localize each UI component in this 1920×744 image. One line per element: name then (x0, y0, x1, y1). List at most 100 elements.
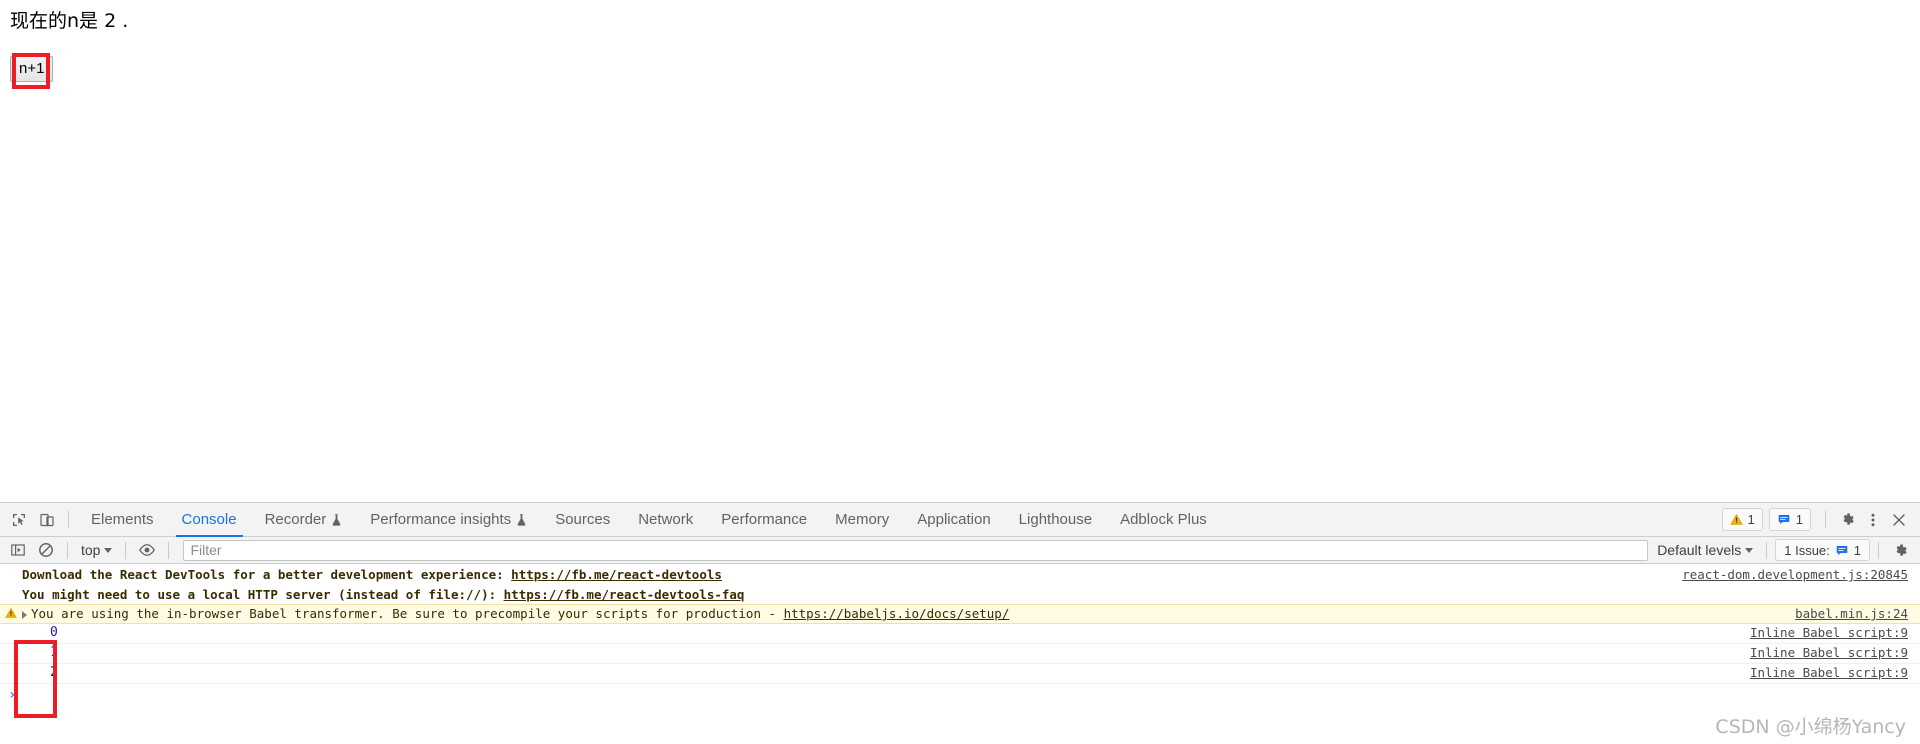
speech-bubble-icon (1836, 545, 1848, 555)
console-log-value: 0 (50, 625, 58, 640)
console-prompt-caret-icon: › (8, 687, 17, 703)
message-count-label: 1 (1795, 512, 1803, 527)
speech-bubble-icon (1778, 515, 1790, 525)
warning-triangle-icon (1729, 513, 1743, 525)
chevron-down-icon (104, 547, 113, 553)
experimental-flask-icon (331, 513, 342, 527)
console-gutter (0, 567, 22, 568)
console-toolbar-divider-4 (1766, 541, 1768, 559)
console-toolbar-divider-5 (1878, 541, 1879, 559)
console-gutter (0, 665, 22, 666)
devtools-tab-recorder[interactable]: Recorder (251, 503, 357, 537)
live-expression-eye-icon[interactable] (134, 537, 160, 563)
issues-label: 1 Issue: (1784, 542, 1830, 558)
devtools-tab-label: Recorder (264, 511, 327, 528)
devtools-tabbar: Elements Console Recorder Performance insig… (0, 503, 1920, 537)
console-log-row[interactable]: 2 Inline Babel script:9 (0, 664, 1920, 684)
console-message-link[interactable]: https://fb.me/react-devtools (511, 567, 722, 582)
console-source-link[interactable]: babel.min.js:24 (1795, 606, 1920, 621)
devtools-tab-label: Elements (91, 511, 154, 528)
console-source-link[interactable]: Inline Babel script:9 (1750, 645, 1920, 660)
console-source-link[interactable]: Inline Babel script:9 (1750, 665, 1920, 680)
devtools-tab-performance[interactable]: Performance (707, 503, 821, 537)
clear-console-icon[interactable] (33, 537, 59, 563)
console-toolbar-right: Default levels 1 Issue: 1 (1652, 537, 1920, 563)
devtools-tab-label: Performance (721, 511, 808, 528)
console-warning-text: You are using the in-browser Babel trans… (22, 606, 1795, 621)
console-info-text: You might need to use a local HTTP serve… (22, 587, 1908, 602)
console-toolbar-divider-1 (67, 541, 68, 559)
execution-context-dropdown[interactable]: top (76, 542, 117, 558)
console-message-list[interactable]: Download the React DevTools for a better… (0, 564, 1920, 744)
experimental-flask-icon (516, 513, 527, 527)
console-message-body: You might need to use a local HTTP serve… (22, 587, 504, 602)
devtools-tab-adblock-plus[interactable]: Adblock Plus (1106, 503, 1221, 537)
gear-icon[interactable] (1834, 507, 1860, 533)
toolbar-divider-right (1825, 511, 1826, 528)
issues-badge[interactable]: 1 Issue: 1 (1775, 539, 1870, 561)
log-levels-dropdown[interactable]: Default levels (1652, 542, 1758, 558)
close-icon[interactable] (1886, 507, 1912, 533)
web-page-viewport: 现在的n是 2 . n+1 (0, 0, 1920, 502)
devtools-tab-label: Sources (555, 511, 611, 528)
console-gutter (0, 625, 22, 626)
console-log-value: 1 (50, 645, 58, 660)
console-info-row[interactable]: You might need to use a local HTTP serve… (0, 584, 1920, 604)
console-message-body: You are using the in-browser Babel trans… (31, 606, 784, 621)
console-source-link[interactable]: Inline Babel script:9 (1750, 625, 1920, 640)
expand-arrow-icon[interactable] (22, 610, 27, 619)
increment-n-button[interactable]: n+1 (10, 56, 54, 82)
devtools-panel: Elements Console Recorder Performance insig… (0, 502, 1920, 744)
devtools-tab-network[interactable]: Network (624, 503, 707, 537)
devtools-tab-console[interactable]: Console (168, 503, 251, 537)
console-message-body: Download the React DevTools for a better… (22, 567, 512, 582)
devtools-tab-label: Console (181, 511, 237, 528)
devtools-tab-label: Memory (835, 511, 890, 528)
console-settings-gear-icon[interactable] (1887, 537, 1913, 563)
console-toolbar-divider-2 (125, 541, 127, 559)
issues-count: 1 (1853, 542, 1861, 558)
devtools-tab-sources[interactable]: Sources (541, 503, 624, 537)
devtools-tab-list: Elements Console Recorder Performance insig… (77, 503, 1722, 537)
console-warning-row[interactable]: You are using the in-browser Babel trans… (0, 604, 1920, 624)
devtools-tab-performance-insights[interactable]: Performance insights (356, 503, 541, 537)
kebab-menu-icon[interactable] (1860, 507, 1886, 533)
console-source-link[interactable]: react-dom.development.js:20845 (1682, 567, 1920, 582)
devtools-tab-memory[interactable]: Memory (821, 503, 903, 537)
device-toolbar-icon[interactable] (34, 507, 60, 533)
message-count-badge[interactable]: 1 (1768, 508, 1811, 531)
increment-button-wrapper: n+1 (10, 56, 54, 82)
chevron-down-icon (1745, 547, 1754, 553)
console-gutter (0, 587, 22, 588)
warning-triangle-icon (0, 606, 22, 619)
console-gutter (0, 645, 22, 646)
console-message-link[interactable]: https://fb.me/react-devtools-faq (504, 587, 745, 602)
devtools-tabbar-right: 1 1 (1721, 507, 1920, 533)
warning-count-label: 1 (1747, 512, 1755, 527)
devtools-tab-label: Lighthouse (1018, 511, 1093, 528)
inspect-element-icon[interactable] (6, 507, 32, 533)
devtools-tab-label: Application (917, 511, 991, 528)
devtools-tab-label: Performance insights (370, 511, 512, 528)
console-log-row[interactable]: 0 Inline Babel script:9 (0, 624, 1920, 644)
console-log-value: 2 (50, 665, 58, 680)
console-filter-input[interactable] (183, 539, 1649, 561)
console-prompt-row[interactable]: › (0, 684, 1920, 706)
console-info-row[interactable]: Download the React DevTools for a better… (0, 564, 1920, 584)
log-levels-label: Default levels (1657, 542, 1742, 558)
devtools-tab-application[interactable]: Application (903, 503, 1004, 537)
console-log-row[interactable]: 1 Inline Babel script:9 (0, 644, 1920, 664)
console-info-text: Download the React DevTools for a better… (22, 567, 1682, 582)
console-message-link[interactable]: https://babeljs.io/docs/setup/ (784, 606, 1010, 621)
console-toolbar-divider-3 (168, 541, 170, 559)
toolbar-divider (68, 511, 69, 528)
devtools-tab-label: Adblock Plus (1120, 511, 1207, 528)
console-sidebar-icon[interactable] (5, 537, 31, 563)
devtools-tab-elements[interactable]: Elements (77, 503, 168, 537)
warning-count-badge[interactable]: 1 (1721, 508, 1763, 531)
console-toolbar: top Default levels 1 Issue: (0, 537, 1920, 564)
devtools-tab-lighthouse[interactable]: Lighthouse (1005, 503, 1106, 537)
devtools-tab-label: Network (638, 511, 694, 528)
page-heading: 现在的n是 2 . (10, 10, 129, 32)
execution-context-label: top (81, 542, 101, 558)
